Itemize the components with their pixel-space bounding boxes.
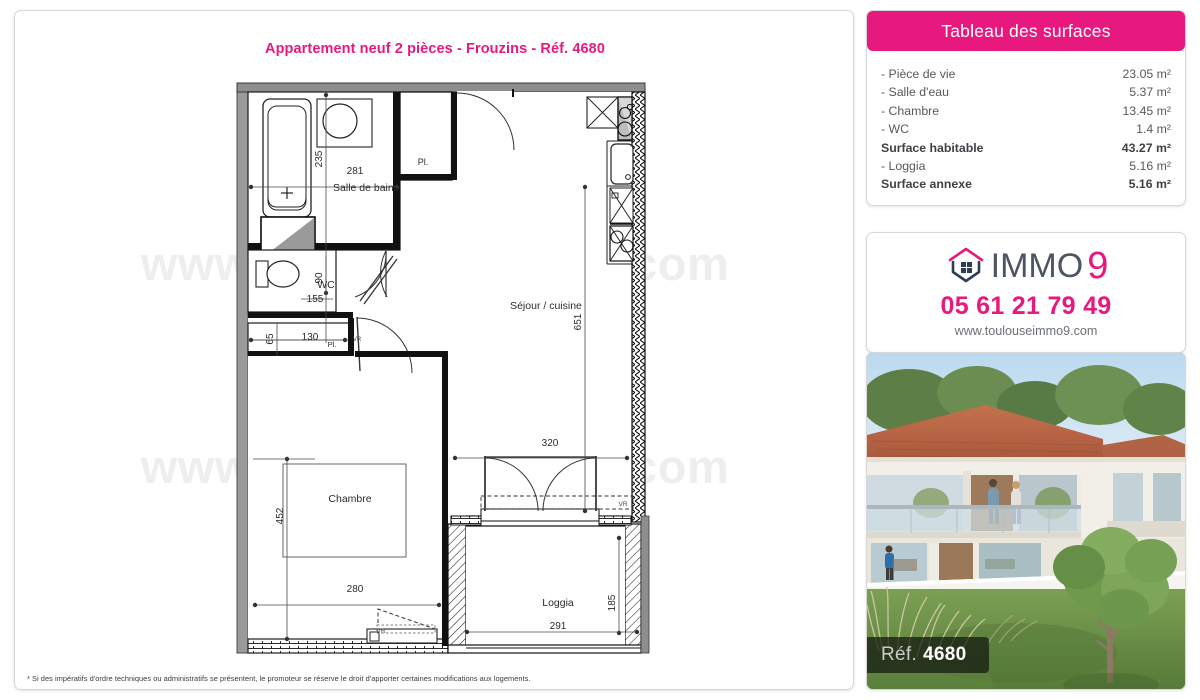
surface-value: 5.37 m² xyxy=(1129,85,1171,100)
dim-wc-width: 90 xyxy=(314,272,325,284)
dim-sdb-horizontal: 281 xyxy=(347,166,364,177)
table-row: - Salle d'eau 5.37 m² xyxy=(881,83,1171,101)
room-label-placard-couloir: Pl. xyxy=(328,340,337,349)
room-label-chambre: Chambre xyxy=(328,493,371,505)
surface-value: 13.45 m² xyxy=(1122,103,1171,118)
surface-label: - Loggia xyxy=(881,159,926,174)
reference-number: 4680 xyxy=(923,644,967,665)
surface-label: - Salle d'eau xyxy=(881,85,949,100)
phone-number[interactable]: 05 61 21 79 49 xyxy=(877,292,1175,321)
dim-sejour-vertical: 651 xyxy=(573,313,584,330)
room-label-salle-de-bains: Salle de bains xyxy=(333,182,399,194)
dim-sejour-horizontal: 320 xyxy=(542,438,559,449)
table-row-total: Surface annexe 5.16 m² xyxy=(881,175,1171,193)
floorplan-drawing: Salle de bains WC Séjour / cuisine Chamb… xyxy=(15,11,853,689)
room-label-sejour-cuisine: Séjour / cuisine xyxy=(510,300,582,312)
room-label-placard-entree: Pl. xyxy=(418,157,429,167)
website-url[interactable]: www.toulouseimmo9.com xyxy=(877,324,1175,338)
dim-loggia-vertical: 185 xyxy=(607,594,618,611)
dim-loggia-horizontal: 291 xyxy=(550,621,567,632)
table-row: - Chambre 13.45 m² xyxy=(881,102,1171,120)
logo-accent-nine: 9 xyxy=(1087,245,1109,287)
table-row: - Loggia 5.16 m² xyxy=(881,157,1171,175)
table-row: - WC 1.4 m² xyxy=(881,120,1171,138)
surface-label: Surface habitable xyxy=(881,140,984,155)
house-hexagon-icon xyxy=(948,247,983,283)
dim-chambre-vertical: 452 xyxy=(275,507,286,524)
dim-chambre-horizontal: 280 xyxy=(347,584,364,595)
surface-value: 23.05 m² xyxy=(1122,67,1171,81)
surface-label: - WC xyxy=(881,122,909,137)
room-label-loggia: Loggia xyxy=(542,597,574,609)
surface-label: - Chambre xyxy=(881,103,940,118)
surface-value: 5.16 m² xyxy=(1128,177,1171,192)
volet-roulant-loggia: VR xyxy=(353,337,362,343)
floorplan-page: www.toulouseimmo9.com www.toulouseimmo9.… xyxy=(0,0,1200,700)
floorplan-svg: Salle de bains WC Séjour / cuisine Chamb… xyxy=(236,82,650,654)
surface-label: - Pièce de vie xyxy=(881,67,956,81)
logo-wordmark: IMMO xyxy=(990,247,1084,285)
surfaces-table-body: - Pièce de vie 23.05 m² - Salle d'eau 5.… xyxy=(867,56,1185,205)
volet-roulant-sejour: VR xyxy=(618,501,627,508)
sidebar: Tableau des surfaces - Pièce de vie 23.0… xyxy=(866,10,1186,690)
dim-sdb-vertical: 235 xyxy=(314,150,325,167)
table-row-total: Surface habitable 43.27 m² xyxy=(881,139,1171,157)
table-row: - Pièce de vie 23.05 m² xyxy=(881,65,1171,83)
dim-wc-depth: 155 xyxy=(307,294,324,305)
surfaces-table-card: Tableau des surfaces - Pièce de vie 23.0… xyxy=(866,10,1186,206)
dim-placard-width: 130 xyxy=(302,332,319,343)
volet-roulant-chambre: VR xyxy=(376,628,385,635)
dim-placard-depth: 65 xyxy=(265,333,276,345)
property-photo: Réf. 4680 xyxy=(866,352,1186,690)
surface-label: Surface annexe xyxy=(881,177,972,192)
legal-disclaimer: * Si des impératifs d'ordre techniques o… xyxy=(27,674,531,683)
reference-badge: Réf. 4680 xyxy=(867,637,989,673)
reference-label: Réf. xyxy=(881,644,918,665)
surface-value: 43.27 m² xyxy=(1121,140,1171,155)
surface-value: 1.4 m² xyxy=(1136,122,1171,137)
surfaces-table-header: Tableau des surfaces xyxy=(867,11,1185,51)
surface-value: 5.16 m² xyxy=(1129,159,1171,174)
brand-logo: IMMO 9 xyxy=(877,245,1175,287)
floorplan-card: www.toulouseimmo9.com www.toulouseimmo9.… xyxy=(14,10,854,690)
contact-card: IMMO 9 05 61 21 79 49 www.toulouseimmo9.… xyxy=(866,232,1186,353)
